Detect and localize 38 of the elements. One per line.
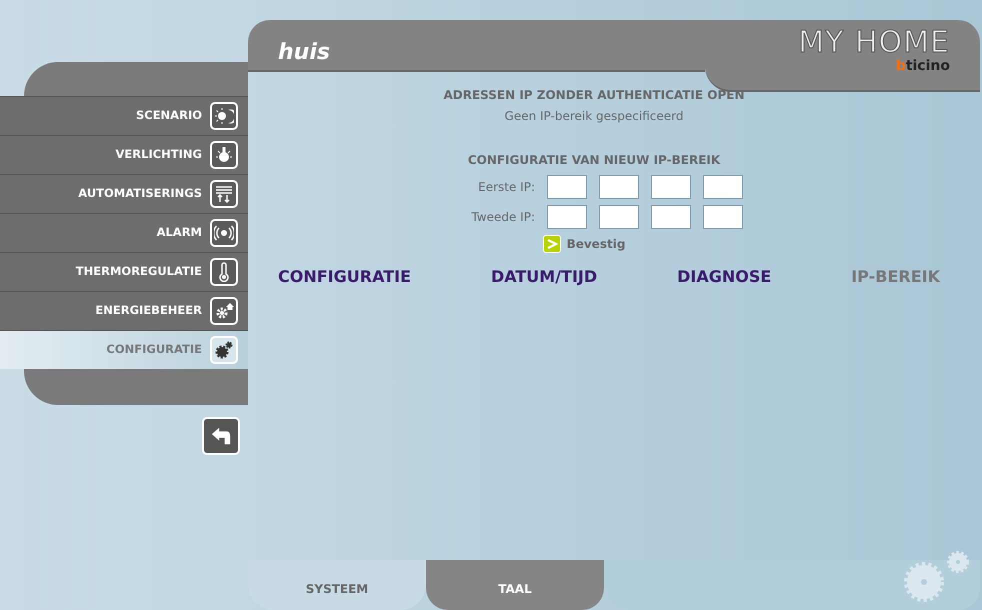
thermometer-icon [210, 258, 238, 286]
form-title: CONFIGURATIE VAN NIEUW IP-BEREIK [468, 152, 720, 169]
menu-item[interactable]: ALARM [0, 213, 248, 252]
menu-item[interactable]: VERLICHTING [0, 135, 248, 174]
ip-octet-field[interactable] [599, 175, 639, 199]
brand-logo: bticino [896, 58, 950, 75]
ip-octet-field[interactable] [599, 205, 639, 229]
menu-item[interactable]: SCENARIO [0, 96, 248, 135]
sun-moon-icon [210, 102, 238, 130]
section-tab[interactable]: DATUM/TIJD [490, 265, 598, 289]
menu-item[interactable]: ENERGIEBEHEER [0, 291, 248, 330]
back-button[interactable] [202, 417, 240, 455]
menu-item[interactable]: AUTOMATISERINGS [0, 174, 248, 213]
alarm-waves-icon [210, 219, 238, 247]
ip-octet-field[interactable] [651, 175, 691, 199]
back-arrow-icon [210, 425, 232, 447]
page-title: huis [278, 42, 330, 64]
menu-item[interactable]: CONFIGURATIE [0, 330, 248, 369]
ip-octet-field[interactable] [547, 175, 587, 199]
ip-octet-field[interactable] [547, 205, 587, 229]
blinds-icon [210, 180, 238, 208]
section-tab[interactable]: DIAGNOSE [677, 265, 772, 289]
ip-octet-field[interactable] [651, 205, 691, 229]
chevron-icon [542, 235, 561, 253]
ip-octet-field[interactable] [703, 205, 743, 229]
gear-house-icon [210, 297, 238, 325]
field-label: Tweede IP: [470, 209, 535, 226]
confirm-button[interactable]: Bevestig [542, 235, 626, 253]
product-logo: MY HOME [798, 28, 950, 58]
light-bulb-icon [210, 141, 238, 169]
menu-item[interactable]: THERMOREGULATIE [0, 252, 248, 291]
section-tab[interactable]: CONFIGURATIE [278, 265, 411, 289]
ip-octet-field[interactable] [703, 175, 743, 199]
bottom-tab[interactable]: TAAL [426, 560, 604, 610]
field-label: Eerste IP: [477, 179, 535, 196]
status-message: Geen IP-bereik gespecificeerd [504, 108, 684, 125]
bottom-tab[interactable]: SYSTEEM [248, 560, 426, 610]
gears-icon [210, 336, 238, 364]
